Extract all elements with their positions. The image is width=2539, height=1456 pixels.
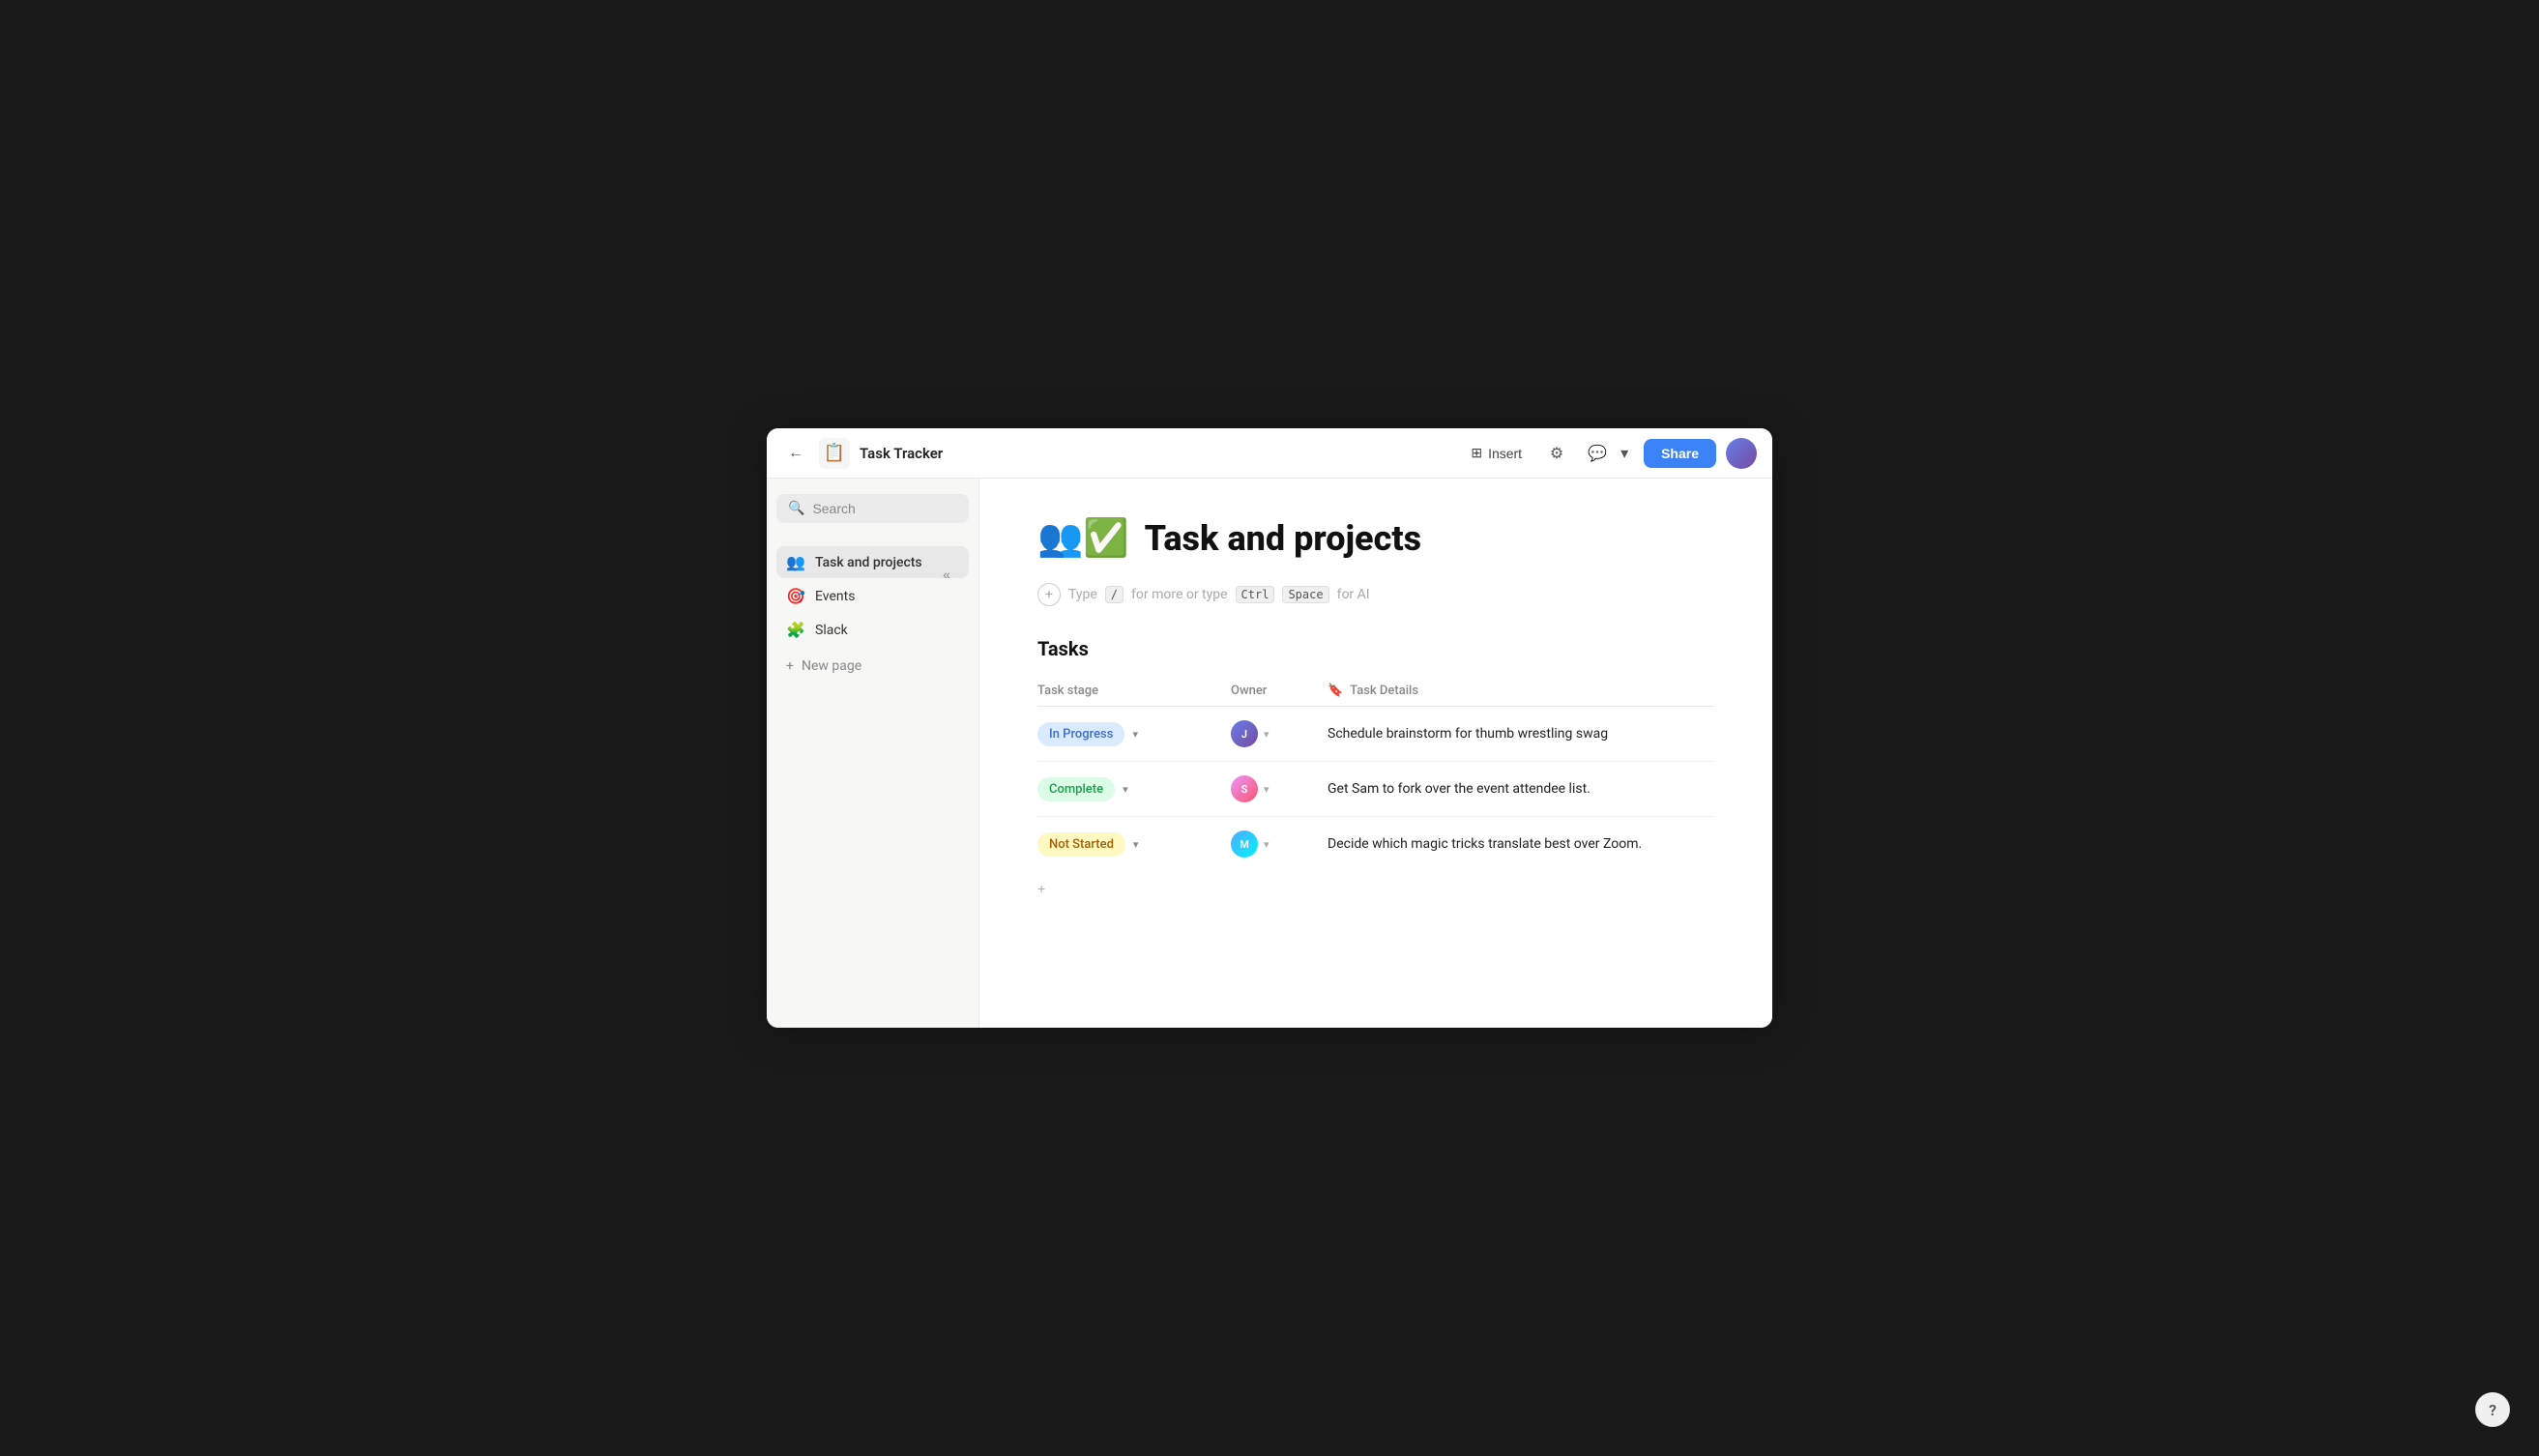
detail-cell-2: Decide which magic tricks translate best…: [1328, 817, 1714, 872]
col-task-stage: Task stage: [1037, 676, 1231, 707]
col-owner: Owner: [1231, 676, 1328, 707]
insert-button[interactable]: ⊞ Insert: [1461, 440, 1532, 466]
comment-icon: 💬: [1588, 444, 1607, 463]
stage-badge-in-progress[interactable]: In Progress: [1037, 722, 1124, 746]
new-page-item[interactable]: + New page: [776, 652, 969, 681]
owner-cell-2: M ▾: [1231, 817, 1328, 872]
sidebar-item-icon-2: 🧩: [786, 621, 805, 639]
share-label: Share: [1661, 446, 1699, 461]
insert-label: Insert: [1488, 446, 1522, 461]
sidebar-item-icon-0: 👥: [786, 553, 805, 571]
owner-avatar-2[interactable]: M: [1231, 830, 1258, 858]
gear-icon: ⚙: [1550, 444, 1563, 463]
col-task-details: 🔖 Task Details: [1328, 676, 1714, 707]
bookmark-icon: 🔖: [1328, 684, 1343, 698]
sidebar-item-label-1: Events: [815, 589, 855, 604]
task-detail-2: Decide which magic tricks translate best…: [1328, 836, 1642, 852]
tasks-table: Task stage Owner 🔖 Task Details: [1037, 676, 1714, 871]
search-input[interactable]: [812, 501, 957, 516]
stage-dropdown-arrow-0[interactable]: ▾: [1132, 728, 1138, 741]
stage-cell-0: In Progress ▾: [1037, 707, 1231, 762]
help-button[interactable]: ?: [2475, 1392, 2510, 1427]
stage-badge-complete[interactable]: Complete: [1037, 777, 1115, 801]
detail-cell-0: Schedule brainstorm for thumb wrestling …: [1328, 707, 1714, 762]
sidebar-item-slack[interactable]: 🧩 Slack: [776, 614, 969, 646]
add-block-button[interactable]: +: [1037, 583, 1061, 606]
table-row: Not Started ▾ M ▾: [1037, 817, 1714, 872]
detail-cell-1: Get Sam to fork over the event attendee …: [1328, 762, 1714, 817]
insert-grid-icon: ⊞: [1471, 445, 1482, 461]
type-hint-type: Type: [1068, 587, 1097, 602]
back-button[interactable]: ←: [782, 440, 809, 467]
stage-dropdown-arrow-2[interactable]: ▾: [1133, 838, 1139, 851]
content-area: 👥✅ Task and projects + Type / for more o…: [979, 479, 1772, 1028]
topbar-left: ← 📋 Task Tracker: [782, 438, 1449, 469]
table-row: In Progress ▾ J ▾: [1037, 707, 1714, 762]
comment-dropdown-button[interactable]: ▾: [1615, 438, 1634, 469]
sidebar-item-label-0: Task and projects: [815, 555, 922, 570]
owner-chevron-2[interactable]: ▾: [1264, 838, 1270, 851]
sidebar-item-icon-1: 🎯: [786, 587, 805, 605]
stage-label-2: Not Started: [1049, 837, 1114, 852]
add-row-button[interactable]: +: [1037, 871, 1045, 906]
app-title: Task Tracker: [860, 445, 943, 462]
share-button[interactable]: Share: [1644, 439, 1716, 468]
task-detail-1: Get Sam to fork over the event attendee …: [1328, 781, 1591, 797]
stage-label-1: Complete: [1049, 782, 1103, 797]
help-icon: ?: [2489, 1401, 2496, 1419]
owner-cell-0: J ▾: [1231, 707, 1328, 762]
space-key: Space: [1282, 586, 1328, 603]
sidebar: 🔍 « 👥 Task and projects 🎯 Events 🧩: [767, 479, 979, 1028]
page-title: Task and projects: [1145, 518, 1421, 559]
topbar-right: ⊞ Insert ⚙ 💬 ▾ Share: [1461, 438, 1757, 469]
user-avatar[interactable]: [1726, 438, 1757, 469]
slash-key: /: [1105, 586, 1124, 603]
comment-dropdown: 💬 ▾: [1582, 438, 1634, 469]
chevron-down-icon: ▾: [1620, 444, 1628, 463]
add-row-icon: +: [1037, 881, 1045, 896]
search-icon: 🔍: [788, 501, 804, 516]
sidebar-header: 🔍 «: [776, 494, 969, 535]
collapse-icon: «: [943, 567, 950, 582]
owner-chevron-1[interactable]: ▾: [1264, 783, 1270, 796]
search-box[interactable]: 🔍: [776, 494, 969, 523]
page-header: 👥✅ Task and projects: [1037, 517, 1714, 560]
app-icon: 📋: [819, 438, 850, 469]
avatar-image: [1726, 438, 1757, 469]
new-page-label: New page: [802, 658, 861, 674]
table-header-row: Task stage Owner 🔖 Task Details: [1037, 676, 1714, 707]
tasks-heading: Tasks: [1037, 637, 1714, 660]
stage-label-0: In Progress: [1049, 727, 1113, 742]
comment-button[interactable]: 💬: [1582, 438, 1613, 469]
owner-avatar-0[interactable]: J: [1231, 720, 1258, 747]
back-icon: ←: [788, 445, 803, 462]
stage-badge-not-started[interactable]: Not Started: [1037, 832, 1125, 857]
owner-chevron-0[interactable]: ▾: [1264, 728, 1270, 741]
table-row: Complete ▾ S ▾: [1037, 762, 1714, 817]
stage-cell-1: Complete ▾: [1037, 762, 1231, 817]
page-icon: 👥✅: [1037, 517, 1129, 560]
settings-button[interactable]: ⚙: [1541, 438, 1572, 469]
type-hint: + Type / for more or type Ctrl Space for…: [1037, 583, 1714, 606]
main-layout: 🔍 « 👥 Task and projects 🎯 Events 🧩: [767, 479, 1772, 1028]
owner-cell-1: S ▾: [1231, 762, 1328, 817]
sidebar-item-label-2: Slack: [815, 623, 848, 638]
owner-avatar-1[interactable]: S: [1231, 775, 1258, 802]
tasks-section: Tasks Task stage Owner 🔖 T: [1037, 637, 1714, 906]
task-detail-0: Schedule brainstorm for thumb wrestling …: [1328, 726, 1608, 742]
stage-dropdown-arrow-1[interactable]: ▾: [1123, 783, 1128, 796]
ctrl-key: Ctrl: [1236, 586, 1275, 603]
topbar: ← 📋 Task Tracker ⊞ Insert ⚙ 💬 ▾: [767, 428, 1772, 479]
collapse-sidebar-button[interactable]: «: [934, 562, 959, 587]
new-page-icon: +: [786, 658, 794, 674]
stage-cell-2: Not Started ▾: [1037, 817, 1231, 872]
type-hint-middle: for more or type: [1131, 587, 1228, 602]
type-hint-ai: for AI: [1337, 587, 1370, 602]
